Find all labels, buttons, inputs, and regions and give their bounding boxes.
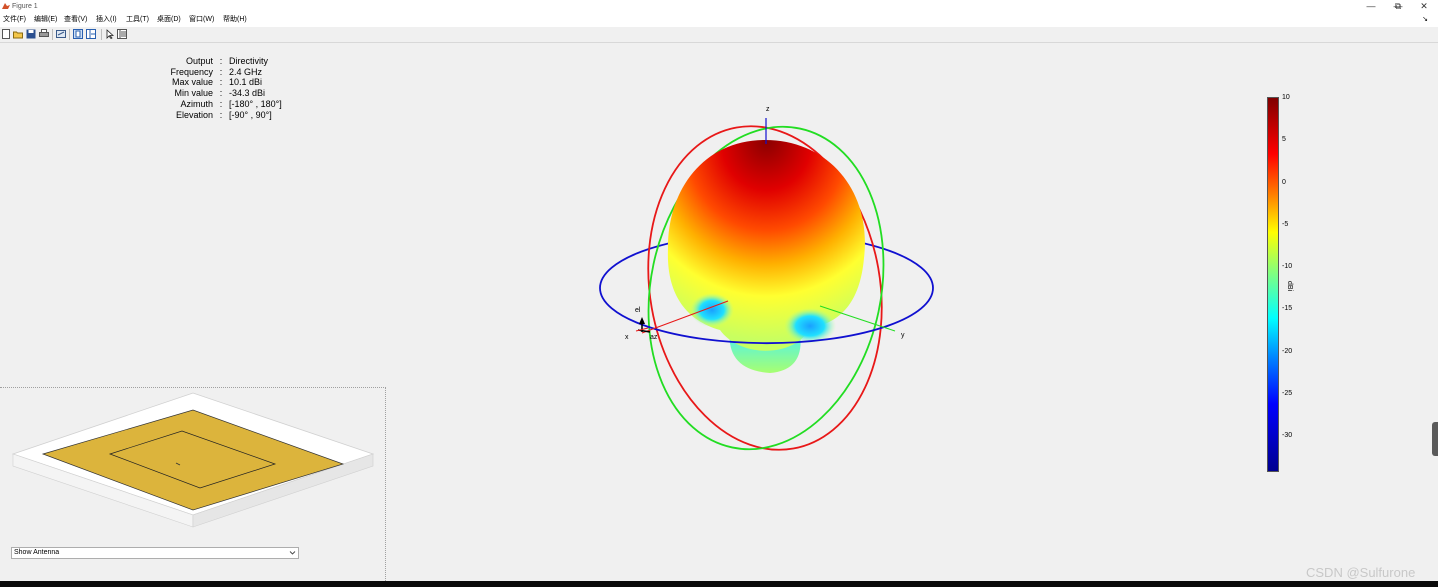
print-icon[interactable] (39, 29, 49, 39)
os-taskbar (0, 581, 1438, 587)
figure-toolbar (0, 27, 1438, 43)
save-icon[interactable] (26, 29, 36, 39)
menu-desktop[interactable]: 桌面(D) (157, 13, 181, 27)
colorbar-tick: -10 (1282, 263, 1293, 270)
menu-window[interactable]: 窗口(W) (189, 13, 214, 27)
menu-file[interactable]: 文件(F) (3, 13, 26, 27)
property-inspector-icon[interactable] (117, 29, 127, 39)
info-row-output: Output: Directivity (185, 56, 269, 66)
minimize-button-2[interactable]: — (1358, 0, 1384, 13)
show-plot-tools-icon[interactable] (86, 29, 96, 39)
title-bar: Figure 1 — (0, 0, 1438, 13)
toolbar-separator (101, 29, 102, 40)
new-figure-icon[interactable] (1, 29, 11, 39)
y-axis-label: y (901, 332, 905, 339)
x-axis-label: x (625, 334, 629, 341)
menu-edit[interactable]: 编辑(E) (34, 13, 57, 27)
colorbar-tick: -20 (1282, 348, 1293, 355)
colorbar-tick: -30 (1282, 432, 1293, 439)
pattern-canvas[interactable] (590, 98, 950, 478)
close-button[interactable]: ✕ (1411, 0, 1437, 13)
antenna-geometry-view[interactable] (10, 388, 380, 538)
radiation-pattern-3d-plot[interactable]: z x y el az (590, 98, 950, 478)
colorbar[interactable] (1267, 97, 1279, 472)
colorbar-tick: -15 (1282, 305, 1293, 312)
watermark: CSDN @Sulfurone (1306, 565, 1416, 580)
hide-plot-tools-icon[interactable] (73, 29, 83, 39)
info-row-elevation: Elevation: [-90° , 90°] (175, 109, 272, 120)
dropdown-selected-value: Show Antenna (14, 549, 60, 556)
menu-bar: 文件(F) 编辑(E) 查看(V) 插入(I) 工具(T) 桌面(D) 窗口(W… (0, 13, 1438, 27)
menu-tools[interactable]: 工具(T) (126, 13, 149, 27)
elevation-arrow-icon (639, 317, 645, 324)
pattern-info: Output: Directivity Frequency:2.4 GHz Max… (150, 56, 329, 120)
info-row-azimuth: Azimuth: [-180° , 180°] (180, 98, 282, 109)
matlab-logo-icon (2, 3, 10, 9)
edit-plot-icon[interactable] (105, 29, 115, 39)
link-plot-icon[interactable] (56, 29, 66, 39)
colorbar-tick: 0 (1282, 179, 1286, 186)
colorbar-tick: 5 (1282, 136, 1286, 143)
dock-arrow-icon[interactable]: ↘ (1422, 13, 1428, 27)
side-panel-tab[interactable] (1432, 422, 1438, 456)
pattern-null-left (690, 293, 734, 327)
info-row-min-value: Min value: -34.3 dBi (174, 88, 266, 99)
info-row-frequency: Frequency:2.4 GHz (170, 66, 263, 77)
restore-button[interactable]: ⧉ (1385, 0, 1411, 13)
show-antenna-dropdown[interactable]: Show Antenna (11, 547, 299, 559)
toolbar-separator (52, 29, 53, 40)
colorbar-unit-label: dBi (1286, 281, 1293, 292)
z-axis-label: z (766, 106, 770, 113)
colorbar-tick: -25 (1282, 390, 1293, 397)
toolbar-separator (69, 29, 70, 40)
info-row-max-value: Max value:10.1 dBi (171, 77, 263, 88)
colorbar-tick: 10 (1282, 94, 1290, 101)
open-file-icon[interactable] (13, 29, 23, 39)
az-label: az (650, 334, 658, 341)
menu-help[interactable]: 帮助(H) (223, 13, 247, 27)
window-title: Figure 1 (12, 3, 38, 10)
menu-insert[interactable]: 插入(I) (96, 13, 117, 27)
colorbar-tick: -5 (1282, 221, 1289, 228)
el-label: el (635, 307, 641, 314)
menu-view[interactable]: 查看(V) (64, 13, 87, 27)
chevron-down-icon (289, 551, 296, 555)
antenna-preview-panel: Show Antenna (0, 387, 386, 581)
